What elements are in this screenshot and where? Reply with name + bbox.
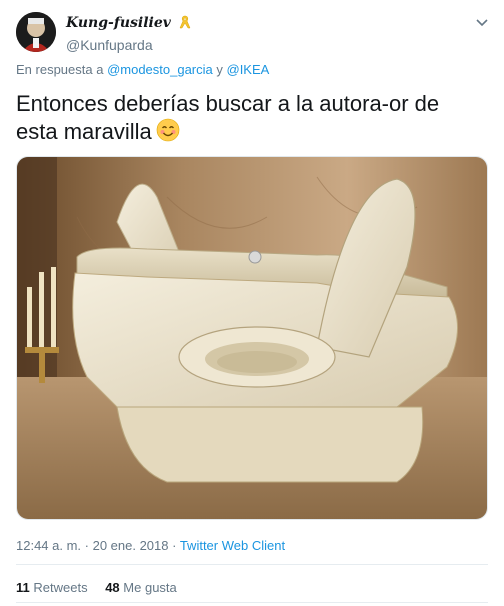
likes-stat[interactable]: 48 Me gusta	[105, 580, 177, 595]
double-toilet-photo	[17, 157, 487, 519]
retweets-stat[interactable]: 11 Retweets	[16, 580, 88, 595]
tweet-client[interactable]: Twitter Web Client	[180, 538, 285, 553]
retweets-label: Retweets	[33, 580, 88, 595]
reply-joiner: y	[212, 62, 227, 77]
yellow-ribbon-icon	[179, 15, 191, 34]
tweet-photo[interactable]	[16, 156, 488, 520]
author-names: Kung-fusiliev @Kunfuparda	[66, 14, 191, 53]
display-name[interactable]: Kung-fusiliev	[66, 15, 171, 31]
chevron-down-icon[interactable]	[474, 14, 490, 30]
divider	[16, 564, 488, 565]
divider	[16, 602, 488, 603]
reply-mention-ikea[interactable]: @IKEA	[227, 62, 270, 77]
tweet-card: Kung-fusiliev @Kunfuparda En respuesta a…	[0, 0, 504, 606]
avatar[interactable]	[16, 12, 56, 52]
tweet-text-block: Entonces deberías buscar a la autora-or …	[16, 90, 486, 149]
likes-label: Me gusta	[123, 580, 177, 595]
tweet-stats: 11 Retweets 48 Me gusta	[16, 580, 191, 595]
reply-prefix: En respuesta a	[16, 62, 108, 77]
retweets-count: 11	[16, 580, 30, 595]
tweet-timestamp: 12:44 a. m. · 20 ene. 2018 · Twitter Web…	[16, 538, 285, 553]
tweet-header: Kung-fusiliev @Kunfuparda	[16, 12, 492, 53]
reply-context: En respuesta a @modesto_garcia y @IKEA	[16, 62, 269, 77]
user-handle[interactable]: @Kunfuparda	[66, 37, 191, 53]
tweet-text: Entonces deberías buscar a la autora-or …	[16, 91, 440, 144]
reply-mention-modesto[interactable]: @modesto_garcia	[107, 62, 213, 77]
likes-count: 48	[105, 580, 120, 595]
tweet-time[interactable]: 12:44 a. m. · 20 ene. 2018 ·	[16, 538, 180, 553]
smiling-face-emoji	[156, 118, 180, 149]
